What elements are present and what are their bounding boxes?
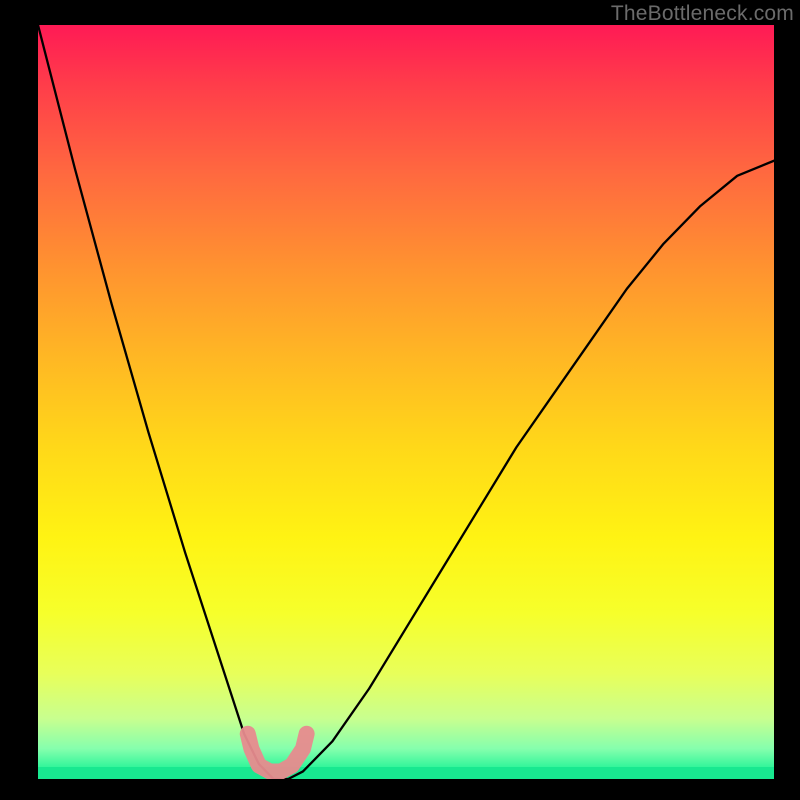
curve-layer bbox=[38, 25, 774, 779]
plot-area bbox=[38, 25, 774, 779]
watermark-text: TheBottleneck.com bbox=[611, 2, 794, 26]
highlight-band-path bbox=[248, 734, 307, 772]
bottleneck-curve-path bbox=[38, 25, 774, 779]
chart-frame: TheBottleneck.com bbox=[0, 0, 800, 800]
